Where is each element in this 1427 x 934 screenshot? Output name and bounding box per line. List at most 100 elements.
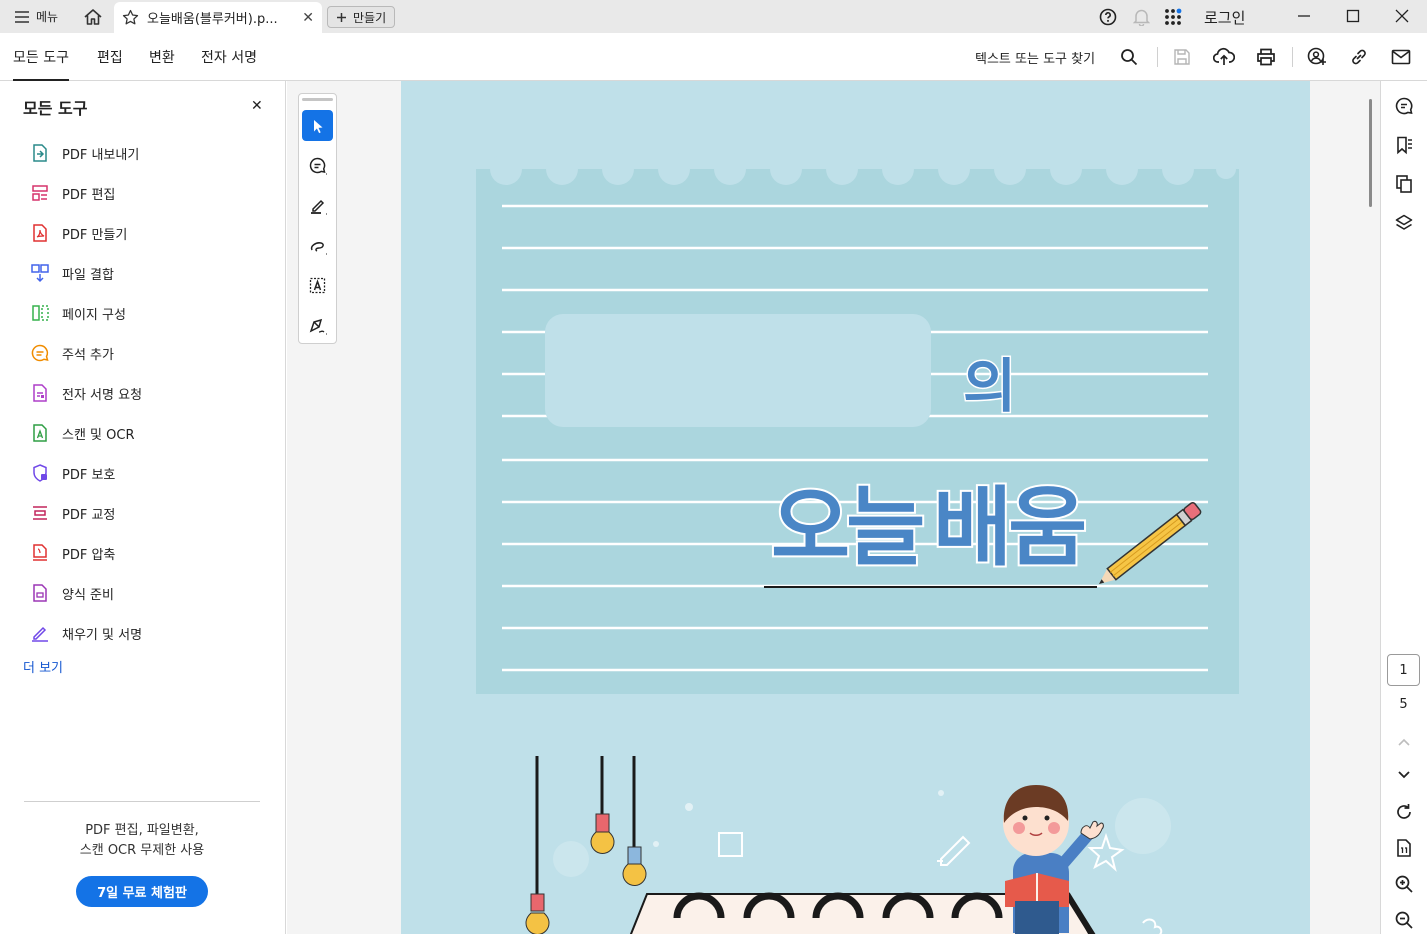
tool-organize-pages[interactable]: 페이지 구성 [30,301,270,325]
tab-title: 오늘배움(블루커버).p... [147,12,278,27]
edit-pdf-icon [32,185,48,201]
panel-close-icon[interactable]: ✕ [251,98,263,114]
quick-tools-bar [298,93,337,344]
redact-pdf-icon [33,506,47,520]
tool-label: PDF 편집 [62,187,116,203]
highlight-pen-icon[interactable] [302,190,333,221]
hanging-bulbs [525,756,647,934]
tool-label: PDF 교정 [62,507,116,523]
protect-pdf-icon [33,464,47,482]
pdf-page: 의 오늘 배움 [401,81,1310,934]
tool-label: 전자 서명 요청 [62,387,143,403]
tool-protect-pdf[interactable]: PDF 보호 [30,461,270,485]
organize-pages-icon [32,305,49,321]
chevron-down-icon[interactable] [1393,764,1415,786]
tool-scan-ocr[interactable]: 스캔 및 OCR [30,421,270,445]
combine-files-icon [31,264,49,283]
export-pdf-icon [33,144,47,162]
star-icon[interactable] [122,9,139,26]
request-signature-icon [33,384,47,402]
menu-esign[interactable]: 전자 서명 [201,47,257,67]
minimize-icon[interactable] [1289,4,1319,28]
comment-icon [31,344,49,362]
tool-combine-files[interactable]: 파일 결합 [30,261,270,285]
new-create-button[interactable]: 만들기 [327,6,396,28]
promo-line-2: 스캔 OCR 무제한 사용 [79,843,205,858]
menu-button[interactable]: 메뉴 [8,4,64,29]
title-bar: 메뉴 오늘배움(블루커버).p... ✕ 만들기 로그인 [0,0,1427,33]
toolbar-grip[interactable] [302,98,333,101]
promo-line-1: PDF 편집, 파일변환, [85,823,199,838]
add-comment-icon[interactable] [302,150,333,181]
menu-label: 메뉴 [36,10,59,24]
tool-request-signature[interactable]: 전자 서명 요청 [30,381,270,405]
select-pointer-icon[interactable] [302,110,333,141]
search-icon[interactable] [1118,46,1140,68]
tool-compress-pdf[interactable]: PDF 압축 [30,541,270,565]
window-close-icon[interactable] [1387,4,1417,28]
tool-label: 스캔 및 OCR [62,427,135,443]
menu-all-tools[interactable]: 모든 도구 [13,47,69,81]
draw-freehand-icon[interactable] [302,230,333,261]
mail-icon[interactable] [1390,46,1412,68]
close-icon[interactable]: ✕ [302,10,314,26]
compress-pdf-icon [33,544,47,561]
current-page-input[interactable]: 1 [1387,654,1420,686]
maximize-icon[interactable] [1338,4,1368,28]
more-tools-link[interactable]: 더 보기 [23,657,63,676]
tool-export-pdf[interactable]: PDF 내보내기 [30,141,270,165]
tool-search-label[interactable]: 텍스트 또는 도구 찾기 [975,48,1095,67]
sign-pen-icon[interactable] [302,310,333,341]
menubar-separator [1157,47,1158,67]
page-fit-icon[interactable] [1393,837,1415,859]
upload-cloud-icon[interactable] [1213,46,1235,68]
fill-sign-icon [32,626,48,642]
tool-label: 파일 결합 [62,267,114,283]
link-icon[interactable] [1348,46,1370,68]
tool-label: PDF 압축 [62,547,116,563]
tool-label: 주석 추가 [62,347,114,363]
text-select-icon[interactable] [302,270,333,301]
tool-label: 페이지 구성 [62,307,126,323]
menu-edit[interactable]: 편집 [97,47,123,67]
apps-icon[interactable] [1162,6,1184,28]
right-rail: 1 5 [1380,81,1427,934]
home-button[interactable] [80,5,106,29]
new-create-label: 만들기 [353,10,387,25]
help-icon[interactable] [1097,6,1119,28]
all-tools-panel: 모든 도구 ✕ PDF 내보내기 PDF 편집 PDF 만들기 파일 결합 페이… [0,81,286,934]
menubar-separator [1292,47,1293,67]
tool-create-pdf[interactable]: PDF 만들기 [30,221,270,245]
menu-convert[interactable]: 변환 [149,47,175,67]
document-tab[interactable]: 오늘배움(블루커버).p... ✕ [114,2,322,33]
print-icon[interactable] [1255,46,1277,68]
tool-redact-pdf[interactable]: PDF 교정 [30,501,270,525]
login-button[interactable]: 로그인 [1204,7,1245,28]
tool-label: 양식 준비 [62,587,114,603]
bell-icon[interactable] [1130,6,1152,28]
home-icon [84,9,102,25]
page-illustrations [525,756,1171,934]
tool-fill-sign[interactable]: 채우기 및 서명 [30,621,270,645]
promo-text: PDF 편집, 파일변환, 스캔 OCR 무제한 사용 [24,821,260,861]
rotate-icon[interactable] [1393,801,1415,823]
pages-icon[interactable] [1393,173,1415,195]
layers-icon[interactable] [1393,212,1415,234]
tool-label: PDF 만들기 [62,227,128,243]
zoom-in-icon[interactable] [1393,873,1415,895]
tool-edit-pdf[interactable]: PDF 편집 [30,181,270,205]
plus-icon [337,12,346,22]
comment-panel-icon[interactable] [1393,95,1415,117]
bookmark-icon[interactable] [1393,134,1415,156]
save-icon[interactable] [1171,46,1193,68]
tool-prepare-form[interactable]: 양식 준비 [30,581,270,605]
child-reading-illustration [1003,785,1104,934]
zoom-out-icon[interactable] [1393,909,1415,931]
tool-add-comment[interactable]: 주석 추가 [30,341,270,365]
document-viewer[interactable]: 의 오늘 배움 [287,81,1380,934]
chevron-up-icon[interactable] [1393,731,1415,753]
vertical-scrollbar[interactable] [1369,99,1372,207]
free-trial-button[interactable]: 7일 무료 체험판 [76,876,208,907]
share-user-icon[interactable] [1306,46,1328,68]
scan-ocr-icon [33,424,47,442]
